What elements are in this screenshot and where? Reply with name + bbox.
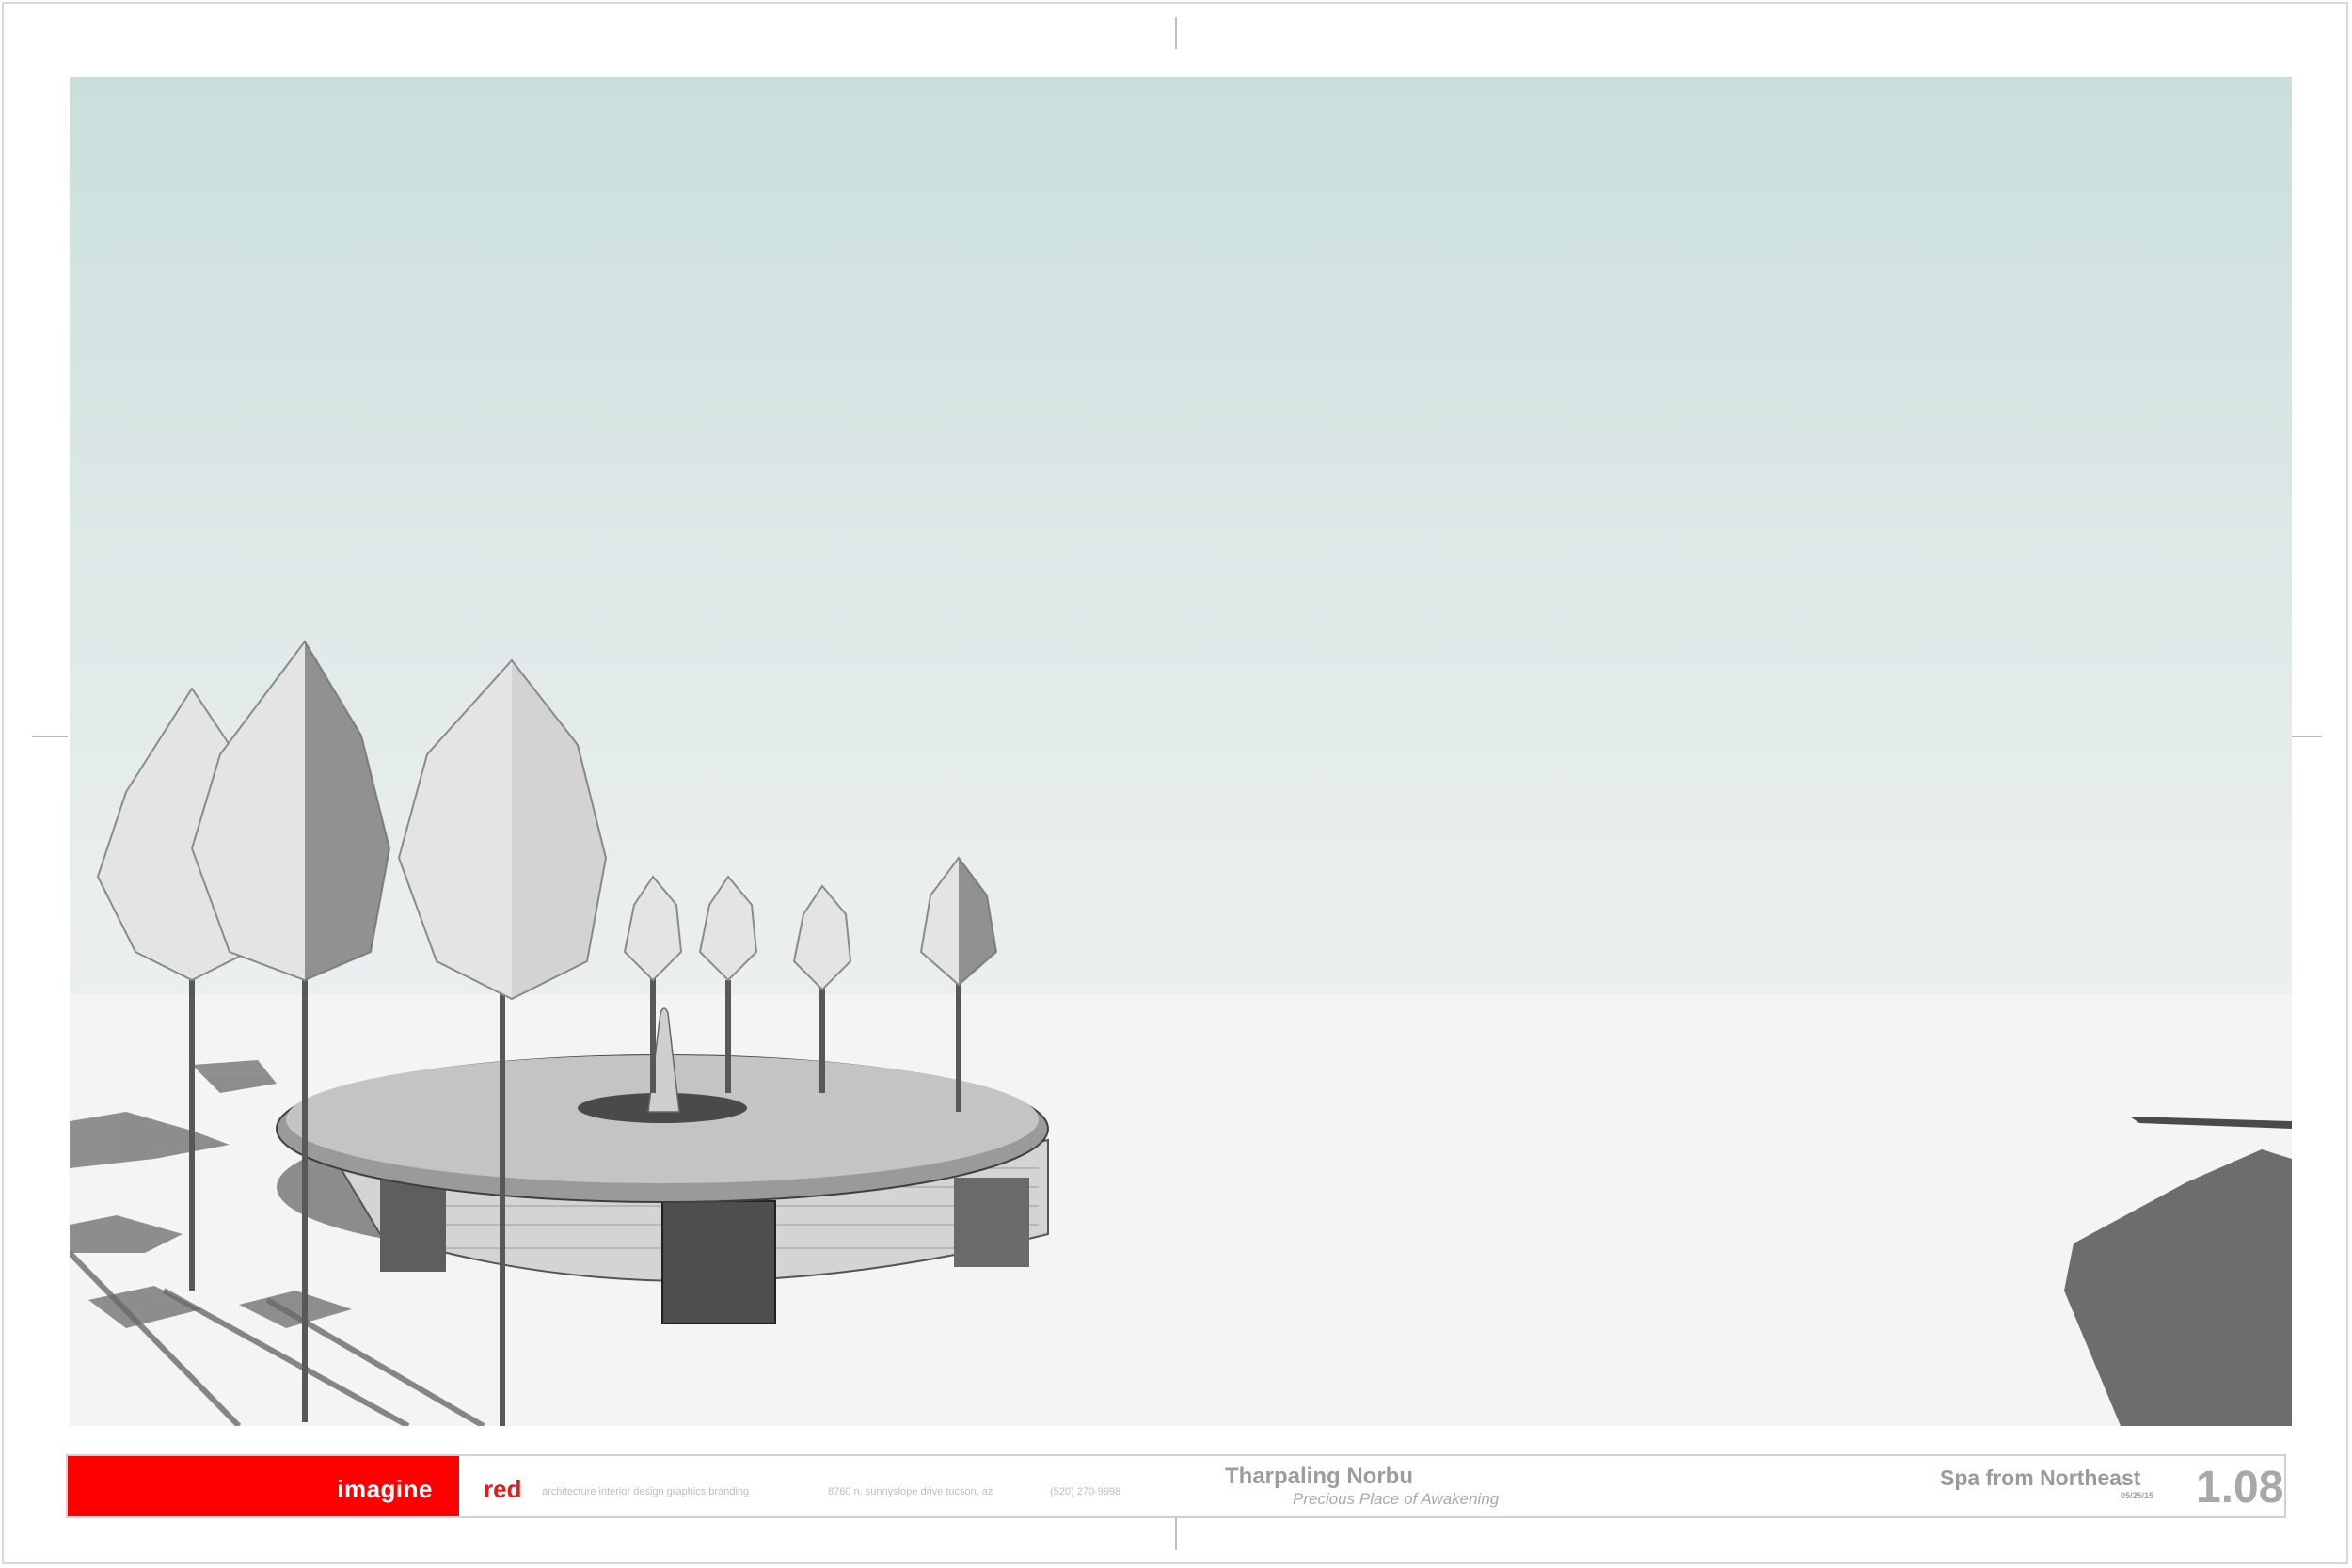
address-text: 8760 n. sunnyslope drive tucson, az	[828, 1486, 993, 1497]
sheet-number: 1.08	[2196, 1463, 2284, 1513]
brand-word-red: red	[484, 1475, 522, 1503]
brand-word-imagine: imagine	[337, 1475, 433, 1503]
title-block: imagine red architecture interior design…	[66, 1454, 2286, 1518]
brand-red-panel: imagine	[68, 1456, 459, 1516]
crop-mark-bottom	[1175, 1518, 1177, 1550]
phone-text: (520) 270-9998	[1050, 1486, 1121, 1497]
sheet-date: 05/25/15	[2121, 1491, 2154, 1500]
crop-mark-top	[1175, 17, 1177, 49]
project-subtitle: Precious Place of Awakening	[1293, 1490, 1500, 1508]
crop-mark-left	[32, 736, 68, 737]
project-name: Tharpaling Norbu	[1225, 1464, 1413, 1489]
rendering-illustration	[70, 640, 2292, 1426]
sheet-title: Spa from Northeast	[1940, 1465, 2141, 1490]
services-text: architecture interior design graphics br…	[542, 1486, 750, 1497]
architectural-rendering	[70, 77, 2292, 1426]
